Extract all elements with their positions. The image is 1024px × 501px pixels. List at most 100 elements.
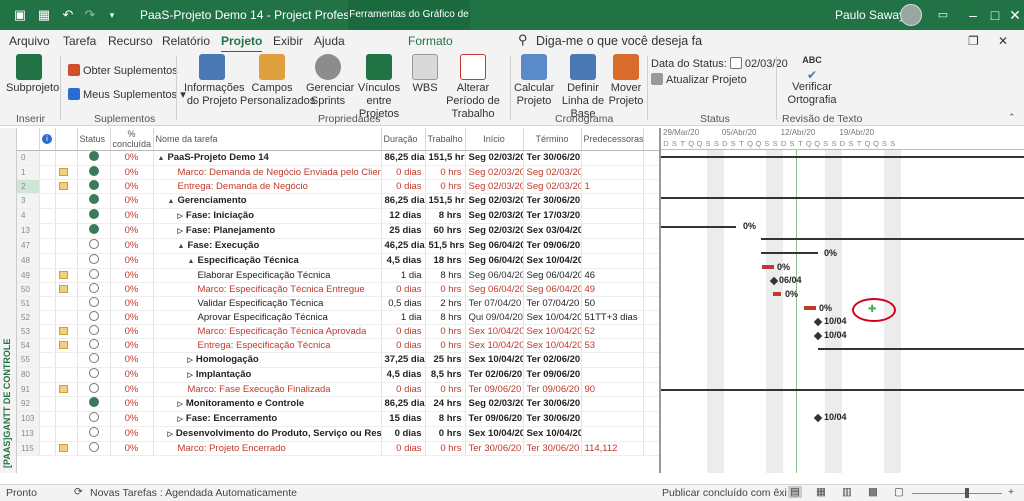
expand-icon[interactable]: ▲ — [168, 198, 175, 205]
expand-icon[interactable]: ▷ — [178, 416, 183, 423]
duration-cell[interactable]: 86,25 dias — [381, 396, 426, 412]
milestone[interactable] — [813, 331, 823, 341]
work-cell[interactable]: 151,5 hrs — [425, 193, 466, 209]
duration-cell[interactable]: 0 dias — [381, 179, 426, 194]
task-name-cell[interactable]: Entrega: Especificação Técnica — [153, 338, 382, 353]
status-date[interactable]: Data do Status: 02/03/20 — [651, 57, 788, 71]
finish-cell[interactable]: Ter 09/06/20 — [523, 367, 582, 383]
expand-icon[interactable]: ▷ — [178, 213, 183, 220]
table-row[interactable]: 55 0%▷Homologação37,25 dias25 hrsSex 10/0… — [17, 352, 659, 368]
milestone[interactable] — [813, 318, 823, 327]
pct-cell[interactable]: 0% — [110, 193, 154, 209]
pct-cell[interactable]: 0% — [110, 382, 154, 397]
id-header[interactable] — [17, 128, 40, 151]
tab-exibir[interactable]: Exibir — [273, 34, 303, 48]
note-icon[interactable] — [58, 167, 68, 176]
duration-cell[interactable]: 86,25 dias — [381, 193, 426, 209]
start-cell[interactable]: Ter 09/06/20 — [465, 411, 524, 427]
pct-label[interactable]: 0% — [824, 248, 837, 258]
duration-cell[interactable]: 1 dia — [381, 268, 426, 283]
task-name-cell[interactable]: ▲ Fase: Execução — [153, 238, 382, 254]
work-cell[interactable]: 51,5 hrs — [425, 238, 466, 254]
task-name-cell[interactable]: Marco: Demanda de Negócio Enviada pelo C… — [153, 165, 382, 180]
finish-cell[interactable]: Ter 30/06/20 — [523, 441, 582, 456]
task-name-cell[interactable]: ▲ Gerenciamento — [153, 193, 382, 209]
predecessors-cell[interactable] — [581, 367, 644, 383]
start-cell[interactable]: Seg 06/04/20 — [465, 268, 524, 283]
row-id[interactable]: 54 — [17, 338, 40, 353]
table-row[interactable]: 53 0% Marco: Especificação Técnica Aprovad… — [17, 324, 659, 339]
indicator-header[interactable] — [55, 128, 78, 151]
summary-bar[interactable] — [818, 347, 1024, 350]
task-name-cell[interactable]: Entrega: Demanda de Negócio — [153, 179, 382, 194]
predecessors-cell[interactable] — [581, 411, 644, 427]
start-cell[interactable]: Sex 10/04/20 — [465, 324, 524, 339]
more-header[interactable] — [643, 128, 659, 151]
duration-cell[interactable]: 0 dias — [381, 338, 426, 353]
task-name-cell[interactable]: ▲ PaaS-Projeto Demo 14 — [153, 150, 382, 166]
summary-bar[interactable] — [761, 238, 1024, 241]
work-cell[interactable]: 0 hrs — [425, 338, 466, 353]
row-id[interactable]: 0 — [17, 150, 40, 166]
table-row[interactable]: 113 0% ▷ Desenvolvimento do Produto, Serviç… — [17, 426, 659, 442]
predecessors-cell[interactable] — [581, 253, 644, 269]
avatar[interactable] — [900, 4, 922, 26]
summary-bar[interactable] — [661, 156, 1024, 158]
row-id[interactable]: 53 — [17, 324, 40, 339]
pct-cell[interactable]: 0% — [110, 282, 154, 297]
task-name-cell[interactable]: Elaborar Especificação Técnica — [153, 268, 382, 283]
start-cell[interactable]: Seg 02/03/20 — [465, 396, 524, 412]
row-id[interactable]: 103 — [17, 411, 40, 427]
start-cell[interactable]: Seg 02/03/20 — [465, 223, 524, 239]
predecessors-cell[interactable]: 52 — [581, 324, 644, 339]
get-addins-button[interactable]: Obter Suplementos — [68, 64, 178, 78]
duration-cell[interactable]: 37,25 dias — [381, 352, 426, 368]
finish-cell[interactable]: Ter 30/06/20 — [523, 411, 582, 427]
work-cell[interactable]: 8 hrs — [425, 411, 466, 427]
predecessors-cell[interactable]: 114,112 — [581, 441, 644, 456]
start-cell[interactable]: Seg 02/03/20 — [465, 179, 524, 194]
row-id[interactable]: 2 — [17, 179, 40, 194]
table-row[interactable]: 80 0% ▷ Implantação 4,5 dias 8,5 hrs Ter 02/06… — [17, 367, 659, 383]
pct-cell[interactable]: 0% — [110, 411, 154, 427]
pct-cell[interactable]: 0% — [110, 268, 154, 283]
predecessors-cell[interactable]: 1 — [581, 179, 644, 194]
table-row[interactable]: 115 0% Marco: Projeto Encerrado 0 dias 0 hrs… — [17, 441, 659, 456]
work-cell[interactable]: 0 hrs — [425, 282, 466, 297]
zoom-in-icon[interactable]: + — [1008, 486, 1014, 498]
summary-bar[interactable] — [761, 251, 818, 254]
table-row[interactable]: 91 0% Marco: Fase Execução Finalizada 0 dia… — [17, 382, 659, 397]
date-label[interactable]: 06/04 — [779, 275, 802, 285]
task-mode-text[interactable]: Novas Tarefas : Agendada Automaticamente — [90, 487, 297, 499]
collapse-ribbon-icon[interactable]: ⌃ — [1008, 112, 1016, 123]
finish-cell[interactable]: Sex 10/04/20 — [523, 426, 582, 442]
pct-cell[interactable]: 0% — [110, 441, 154, 456]
report-icon[interactable]: ▢ — [894, 486, 904, 498]
table-row[interactable]: 13 0% ▷ Fase: Planejamento 25 dias 60 hrs Seg … — [17, 223, 659, 239]
row-id[interactable]: 3 — [17, 193, 40, 209]
manage-sprints-button[interactable]: Gerenciar Sprints — [306, 54, 354, 108]
table-row[interactable]: 4 0% ▷ Fase: Iniciação 12 dias 8 hrs Seg 02/03… — [17, 208, 659, 224]
predecessors-cell[interactable] — [581, 193, 644, 209]
row-id[interactable]: 13 — [17, 223, 40, 239]
task-name-cell[interactable]: ▷ Fase: Planejamento — [153, 223, 382, 239]
work-cell[interactable]: 60 hrs — [425, 223, 466, 239]
finish-cell[interactable]: Ter 30/06/20 — [523, 150, 582, 166]
task-name-cell[interactable]: Marco: Especificação Técnica Entregue — [153, 282, 382, 297]
start-cell[interactable]: Ter 02/06/20 — [465, 367, 524, 383]
work-cell[interactable]: 8,5 hrs — [425, 367, 466, 383]
duration-cell[interactable]: 25 dias — [381, 223, 426, 239]
start-cell[interactable]: Ter 07/04/20 — [465, 296, 524, 311]
date-label[interactable]: 10/04 — [824, 412, 847, 422]
duration-cell[interactable]: 46,25 dias — [381, 238, 426, 254]
start-header[interactable]: Início — [465, 128, 524, 151]
zoom-thumb[interactable] — [965, 488, 969, 498]
expand-icon[interactable]: ▲ — [188, 258, 195, 265]
pct-cell[interactable]: 0% — [110, 238, 154, 254]
set-baseline-button[interactable]: Definir Linha de Base — [558, 54, 608, 121]
work-header[interactable]: Trabalho — [425, 128, 466, 151]
work-cell[interactable]: 151,5 hrs — [425, 150, 466, 166]
row-id[interactable]: 1 — [17, 165, 40, 180]
finish-cell[interactable]: Seg 02/03/20 — [523, 179, 582, 194]
task-name-cell[interactable]: Marco: Fase Execução Finalizada — [153, 382, 382, 397]
